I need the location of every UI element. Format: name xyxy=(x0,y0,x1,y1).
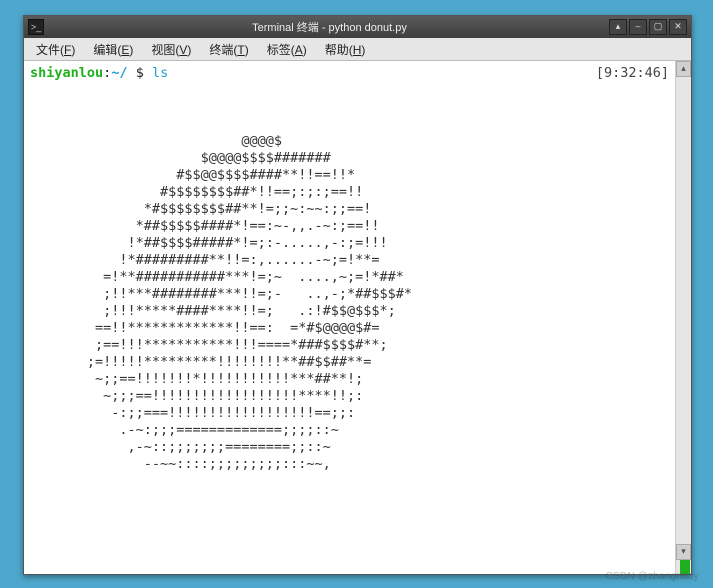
minimize-button[interactable]: – xyxy=(629,19,647,35)
maximize-button[interactable]: ▢ xyxy=(649,19,667,35)
menu-file[interactable]: 文件(F) xyxy=(28,39,83,60)
titlebar[interactable]: >_ Terminal 终端 - python donut.py ▴ – ▢ ✕ xyxy=(24,16,691,38)
menu-help[interactable]: 帮助(H) xyxy=(317,39,374,60)
terminal-output[interactable]: shiyanlou:~/ $ ls[9:32:46] @@@@$ $@@@@$$… xyxy=(24,61,675,574)
prompt-user: shiyanlou xyxy=(30,65,103,81)
menubar: 文件(F) 编辑(E) 视图(V) 终端(T) 标签(A) 帮助(H) xyxy=(24,38,691,61)
menu-view[interactable]: 视图(V) xyxy=(143,39,199,60)
prompt-command: ls xyxy=(152,65,168,81)
terminal-area: shiyanlou:~/ $ ls[9:32:46] @@@@$ $@@@@$$… xyxy=(24,61,691,574)
watermark: CSDN @zhangrelay xyxy=(606,571,699,582)
menu-terminal[interactable]: 终端(T) xyxy=(201,39,256,60)
menu-edit[interactable]: 编辑(E) xyxy=(85,39,141,60)
scroll-up-arrow[interactable]: ▴ xyxy=(676,61,691,77)
window-controls: ▴ – ▢ ✕ xyxy=(609,19,687,35)
prompt-path: ~/ xyxy=(111,65,127,81)
scrollbar[interactable]: ▴ ▾ xyxy=(675,61,691,574)
menu-tabs[interactable]: 标签(A) xyxy=(259,39,315,60)
scroll-down-arrow[interactable]: ▾ xyxy=(676,544,691,560)
ascii-art: @@@@$ $@@@@$$$$####### #$$@@$$$$####**!!… xyxy=(30,82,669,473)
terminal-app-icon: >_ xyxy=(28,19,44,35)
window-title: Terminal 终端 - python donut.py xyxy=(50,19,609,35)
prompt-timestamp: [9:32:46] xyxy=(596,65,669,82)
terminal-window: >_ Terminal 终端 - python donut.py ▴ – ▢ ✕… xyxy=(23,15,692,575)
prompt-sigil: $ xyxy=(128,65,152,81)
prompt-line: shiyanlou:~/ $ ls[9:32:46] xyxy=(30,65,669,82)
close-button[interactable]: ✕ xyxy=(669,19,687,35)
shade-button[interactable]: ▴ xyxy=(609,19,627,35)
